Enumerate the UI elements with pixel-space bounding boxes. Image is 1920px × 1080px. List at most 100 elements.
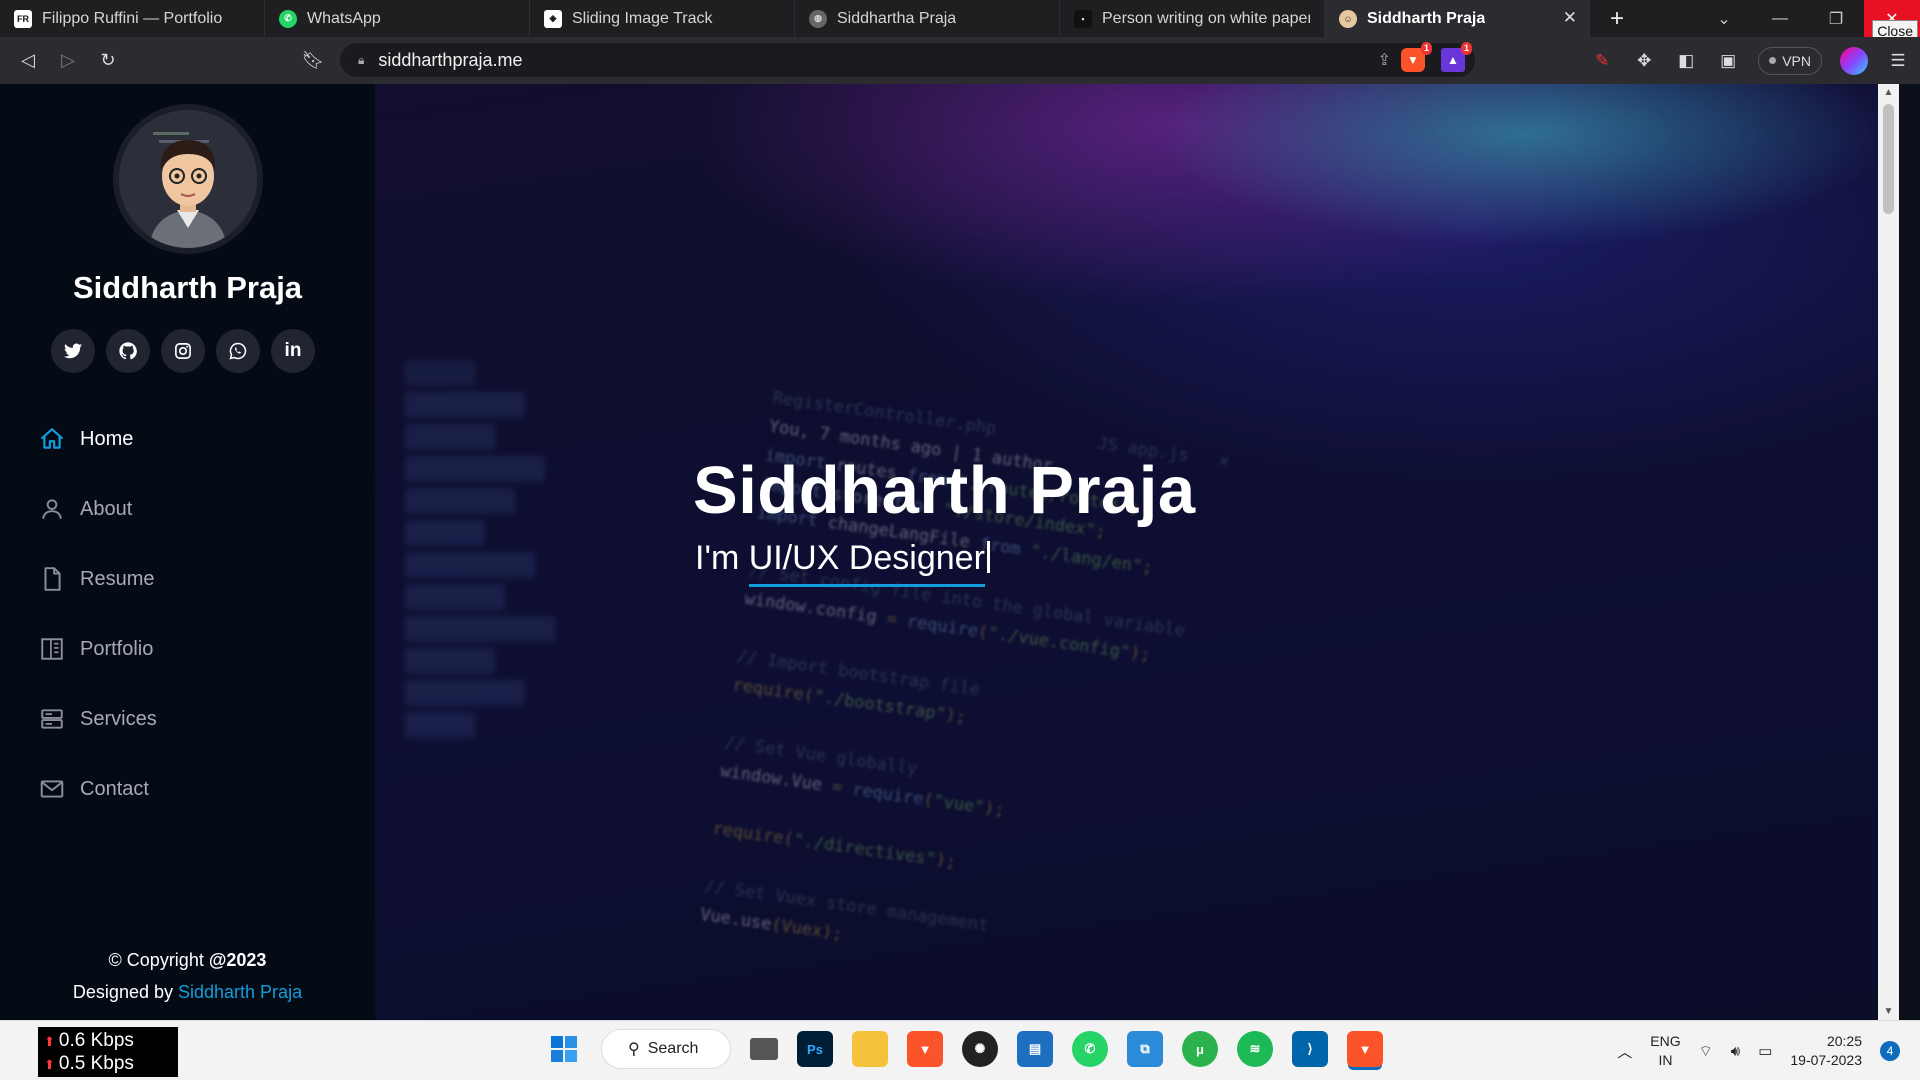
sidebar-name: Siddharth Praja [72,270,303,305]
language-indicator[interactable]: ENG IN [1650,1032,1680,1070]
vscode-icon[interactable]: ⟩ [1292,1031,1328,1067]
spotify-icon[interactable]: ≋ [1237,1031,1273,1067]
shield-badge: 1 [1420,42,1432,55]
extensions-puzzle-icon[interactable]: ✥ [1632,49,1656,73]
typed-role: UI/UX Designer [748,539,985,577]
nav-label: About [80,497,133,520]
nav-item-about[interactable]: About [38,474,338,544]
net-upload-value: 0.6 Kbps [58,1030,134,1051]
nav-item-home[interactable]: Home [38,404,338,474]
tab-siddharth-praja-active[interactable]: ☺ Siddharth Praja ✕ [1325,0,1590,37]
forward-button[interactable]: ▷ [48,41,88,81]
back-button[interactable]: ◁ [8,41,48,81]
battery-icon[interactable]: ▭ [1758,1042,1772,1060]
minimize-button[interactable]: — [1752,0,1808,37]
tab-search-chevron-icon[interactable]: ⌄ [1696,0,1752,37]
search-label: Search [647,1040,699,1057]
net-download-value: 0.5 Kbps [58,1053,134,1074]
clock-time: 20:25 [1826,1033,1862,1049]
tab-sliding-image-track[interactable]: ◈ Sliding Image Track [530,0,795,37]
tray-overflow-chevron-icon[interactable]: ︿ [1617,1041,1632,1062]
tab-close-icon[interactable]: ✕ [1563,8,1577,28]
brave-shield-icon[interactable]: ▼ 1 [1401,42,1432,72]
designer-link[interactable]: Siddharth Praja [178,982,302,1002]
tab-title: Person writing on white paper pl [1102,9,1310,27]
vpn-label: VPN [1782,52,1811,69]
photoshop-icon[interactable]: Ps [797,1031,833,1067]
github-icon[interactable] [106,329,150,373]
scroll-up-arrow-icon[interactable]: ▲ [1878,84,1899,101]
net-download: ⬆ 0.5 Kbps [44,1053,134,1074]
share-icon[interactable]: ⇪ [1378,50,1391,70]
lang-line1: ENG [1650,1033,1681,1049]
nav-item-services[interactable]: Services [38,684,338,754]
sidebar-toggle-icon[interactable]: ◧ [1674,49,1698,73]
lang-line2: IN [1658,1052,1673,1068]
scroll-down-arrow-icon[interactable]: ▼ [1878,1003,1899,1020]
nav-label: Services [80,707,157,730]
designed-by-text: Designed by [72,982,178,1002]
copyright-prefix: © Copyright [108,950,209,970]
hero-section: RegisterController.php JS app.js ✕ You, … [375,84,1899,1020]
tab-siddhartha-praja[interactable]: ◍ Siddhartha Praja [795,0,1060,37]
vpn-button[interactable]: VPN [1758,46,1822,75]
clock-date: 19-07-2023 [1790,1052,1862,1068]
taskbar-search[interactable]: ⚲ Search [601,1029,731,1069]
brave-active-icon[interactable]: ▼ [1347,1031,1383,1067]
task-view-icon[interactable] [750,1038,778,1060]
whatsapp-icon[interactable]: ✆ [1072,1031,1108,1067]
taskbar-apps: ⚲ Search Ps ▼ ✺ ▤ ✆ ⧉ μ ≋ ⟩ ▼ [546,1029,1383,1069]
utorrent-icon[interactable]: μ [1182,1031,1218,1067]
screen: FR Filippo Ruffini — Portfolio ✆ WhatsAp… [0,0,1920,1080]
twitter-icon[interactable] [51,329,95,373]
volume-icon[interactable]: 🔊︎ [1731,1043,1740,1060]
nav-item-contact[interactable]: Contact [38,754,338,824]
background-file-tree [405,354,555,744]
instagram-icon[interactable] [161,329,205,373]
menu-hamburger-icon[interactable]: ☰ [1886,49,1910,73]
notification-badge[interactable]: 4 [1880,1041,1900,1061]
server-icon [38,705,66,733]
davinci-icon[interactable]: ✺ [962,1031,998,1067]
windows-start-icon[interactable] [546,1031,582,1067]
pen-extension-icon[interactable]: ✎ [1590,49,1614,73]
page-scrollbar[interactable]: ▲ ▼ [1878,84,1899,1020]
whatsapp-icon: ✆ [279,9,297,28]
url-text[interactable]: siddharthpraja.me [378,50,522,71]
user-icon [38,495,66,523]
sidebar: Siddharth Praja in Home About Resume Por… [0,84,375,1020]
webpage: Siddharth Praja in Home About Resume Por… [0,84,1920,1020]
restore-button[interactable]: ❐ [1808,0,1864,37]
tab-title: Siddharth Praja [1367,9,1486,27]
tab-person-writing[interactable]: ▪ Person writing on white paper pl [1060,0,1325,37]
brave-rewards-icon[interactable]: ▲ 1 [1441,42,1472,72]
nav-item-resume[interactable]: Resume [38,544,338,614]
profile-avatar[interactable] [1840,46,1868,75]
nav-item-portfolio[interactable]: Portfolio [38,614,338,684]
wifi-icon[interactable]: ⌔ [1699,1042,1713,1061]
rewards-badge: 1 [1460,42,1472,55]
tab-filippo-ruffini[interactable]: FR Filippo Ruffini — Portfolio [0,0,265,37]
tab-title: WhatsApp [307,9,381,27]
scrollbar-thumb[interactable] [1883,104,1894,214]
clock[interactable]: 20:25 19-07-2023 [1790,1032,1862,1070]
lock-icon: 🔒︎ [358,52,365,67]
social-links: in [51,329,315,373]
favicon-fr: FR [14,9,32,28]
address-bar[interactable]: 🔒︎ siddharthpraja.me ⇪ ▼ 1 ▲ 1 [340,42,1475,77]
profile-avatar-image [113,104,263,254]
notepad-icon[interactable]: ▤ [1017,1031,1053,1067]
file-explorer-icon[interactable] [852,1031,888,1067]
tab-whatsapp[interactable]: ✆ WhatsApp [265,0,530,37]
reload-button[interactable]: ↻ [88,41,128,81]
browser-tab-bar: FR Filippo Ruffini — Portfolio ✆ WhatsAp… [0,0,1920,42]
bookmark-icon[interactable]: 🔖︎ [293,41,333,81]
new-tab-button[interactable]: + [1590,0,1644,37]
vpn-status-dot [1769,57,1777,64]
linkedin-icon[interactable]: in [271,329,315,373]
wallet-icon[interactable]: ▣ [1716,49,1740,73]
whatsapp-icon[interactable] [216,329,260,373]
screen-share-icon[interactable]: ⧉ [1127,1031,1163,1067]
brave-browser-icon[interactable]: ▼ [907,1031,943,1067]
envelope-icon [38,775,66,803]
